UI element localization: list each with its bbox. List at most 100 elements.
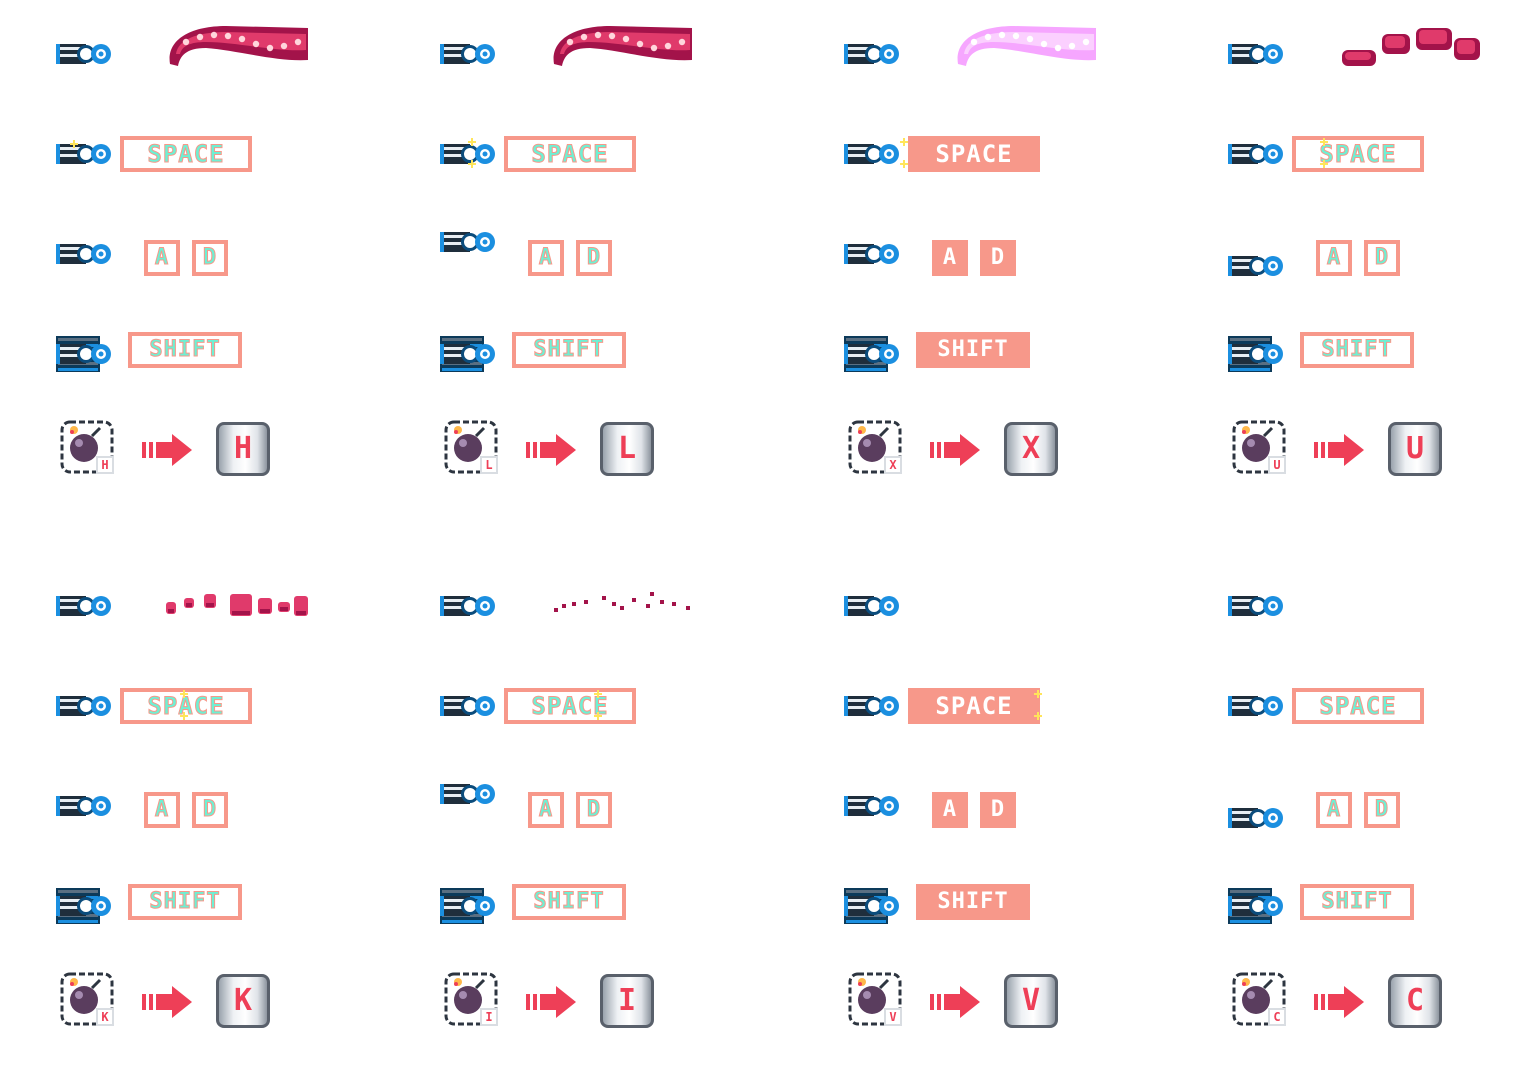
sparkle-icon xyxy=(900,160,908,168)
a-key: A xyxy=(144,792,180,828)
d-key: D xyxy=(980,792,1016,828)
ship-icon xyxy=(844,336,902,372)
ship-icon xyxy=(56,136,114,172)
tutorial-frame: SPACE A D SHIFT C C xyxy=(1172,552,1520,1072)
sparkle-icon xyxy=(1320,160,1328,168)
bomb-key-letter: I xyxy=(480,1008,498,1026)
a-key-label: A xyxy=(942,797,958,822)
ship-icon xyxy=(1228,888,1286,924)
shift-key: SHIFT xyxy=(1300,884,1414,920)
a-key: A xyxy=(932,792,968,828)
shift-key-label: SHIFT xyxy=(533,889,605,914)
sparkle-icon xyxy=(180,690,188,698)
d-key-label: D xyxy=(202,245,218,270)
sparkle-icon xyxy=(468,138,476,146)
target-key-letter: L xyxy=(617,431,637,466)
right-arrow-icon xyxy=(930,432,982,468)
bomb-icon: U xyxy=(1232,420,1288,476)
shift-key: SHIFT xyxy=(512,884,626,920)
shift-key-label: SHIFT xyxy=(937,337,1009,362)
bomb-key-letter: L xyxy=(480,456,498,474)
target-key: H xyxy=(216,422,270,476)
tentacle-wave-icon xyxy=(166,20,308,70)
right-arrow-icon xyxy=(142,432,194,468)
a-key: A xyxy=(1316,240,1352,276)
sparkle-icon xyxy=(1320,138,1328,146)
space-key: SPACE xyxy=(908,688,1040,724)
d-key: D xyxy=(1364,792,1400,828)
shift-key-label: SHIFT xyxy=(149,337,221,362)
tentacle-wave-icon xyxy=(166,572,308,622)
target-key: K xyxy=(216,974,270,1028)
right-arrow-icon xyxy=(1314,432,1366,468)
bomb-icon: L xyxy=(444,420,500,476)
tutorial-frame: SPACE A D SHIFT K K xyxy=(0,552,384,1072)
tutorial-frame: SPACE A D SHIFT U U xyxy=(1172,0,1520,520)
target-key: L xyxy=(600,422,654,476)
target-key-letter: I xyxy=(617,983,637,1018)
a-key-label: A xyxy=(942,245,958,270)
a-key-label: A xyxy=(1326,245,1342,270)
target-key-letter: K xyxy=(233,983,253,1018)
d-key: D xyxy=(576,240,612,276)
ship-icon xyxy=(844,588,902,624)
d-key: D xyxy=(576,792,612,828)
ship-icon xyxy=(844,36,902,72)
ship-icon xyxy=(440,776,498,812)
shift-key-label: SHIFT xyxy=(149,889,221,914)
ship-icon xyxy=(440,336,498,372)
ship-icon xyxy=(1228,36,1286,72)
tentacle-wave-icon xyxy=(954,20,1096,70)
shift-key: SHIFT xyxy=(128,332,242,368)
shift-key: SHIFT xyxy=(512,332,626,368)
ship-icon xyxy=(440,688,498,724)
sparkle-icon xyxy=(900,138,908,146)
tutorial-frame: SPACE A D SHIFT H H xyxy=(0,0,384,520)
space-key: SPACE xyxy=(120,136,252,172)
ship-icon xyxy=(56,788,114,824)
target-key-letter: U xyxy=(1405,431,1425,466)
sparkle-icon xyxy=(1034,690,1042,698)
bomb-key-letter: H xyxy=(96,456,114,474)
shift-key: SHIFT xyxy=(916,332,1030,368)
right-arrow-icon xyxy=(1314,984,1366,1020)
ship-icon xyxy=(844,788,902,824)
d-key-label: D xyxy=(586,797,602,822)
d-key-label: D xyxy=(990,245,1006,270)
bomb-key-letter: C xyxy=(1268,1008,1286,1026)
space-key-label: SPACE xyxy=(531,140,609,168)
sparkle-icon xyxy=(70,140,78,148)
a-key-label: A xyxy=(538,245,554,270)
space-key-label: SPACE xyxy=(935,140,1013,168)
target-key: C xyxy=(1388,974,1442,1028)
shift-key: SHIFT xyxy=(916,884,1030,920)
target-key: V xyxy=(1004,974,1058,1028)
bomb-icon: C xyxy=(1232,972,1288,1028)
bomb-key-letter: X xyxy=(884,456,902,474)
space-key: SPACE xyxy=(504,136,636,172)
space-key-label: SPACE xyxy=(1319,140,1397,168)
target-key-letter: V xyxy=(1021,983,1041,1018)
d-key-label: D xyxy=(586,245,602,270)
ship-icon xyxy=(1228,688,1286,724)
ship-icon xyxy=(1228,588,1286,624)
bomb-key-letter: U xyxy=(1268,456,1286,474)
shift-key: SHIFT xyxy=(1300,332,1414,368)
space-key-label: SPACE xyxy=(1319,692,1397,720)
ship-icon xyxy=(56,588,114,624)
ship-icon xyxy=(1228,136,1286,172)
sparkle-icon xyxy=(468,160,476,168)
a-key-label: A xyxy=(1326,797,1342,822)
ship-icon xyxy=(1228,336,1286,372)
ship-icon xyxy=(56,236,114,272)
target-key-letter: H xyxy=(233,431,253,466)
ship-icon xyxy=(440,224,498,260)
space-key: SPACE xyxy=(1292,688,1424,724)
target-key-letter: C xyxy=(1405,983,1425,1018)
d-key-label: D xyxy=(202,797,218,822)
space-key-label: SPACE xyxy=(147,140,225,168)
d-key: D xyxy=(980,240,1016,276)
d-key-label: D xyxy=(1374,797,1390,822)
space-key-label: SPACE xyxy=(935,692,1013,720)
tutorial-frame: SPACE A D SHIFT I I xyxy=(384,552,768,1072)
